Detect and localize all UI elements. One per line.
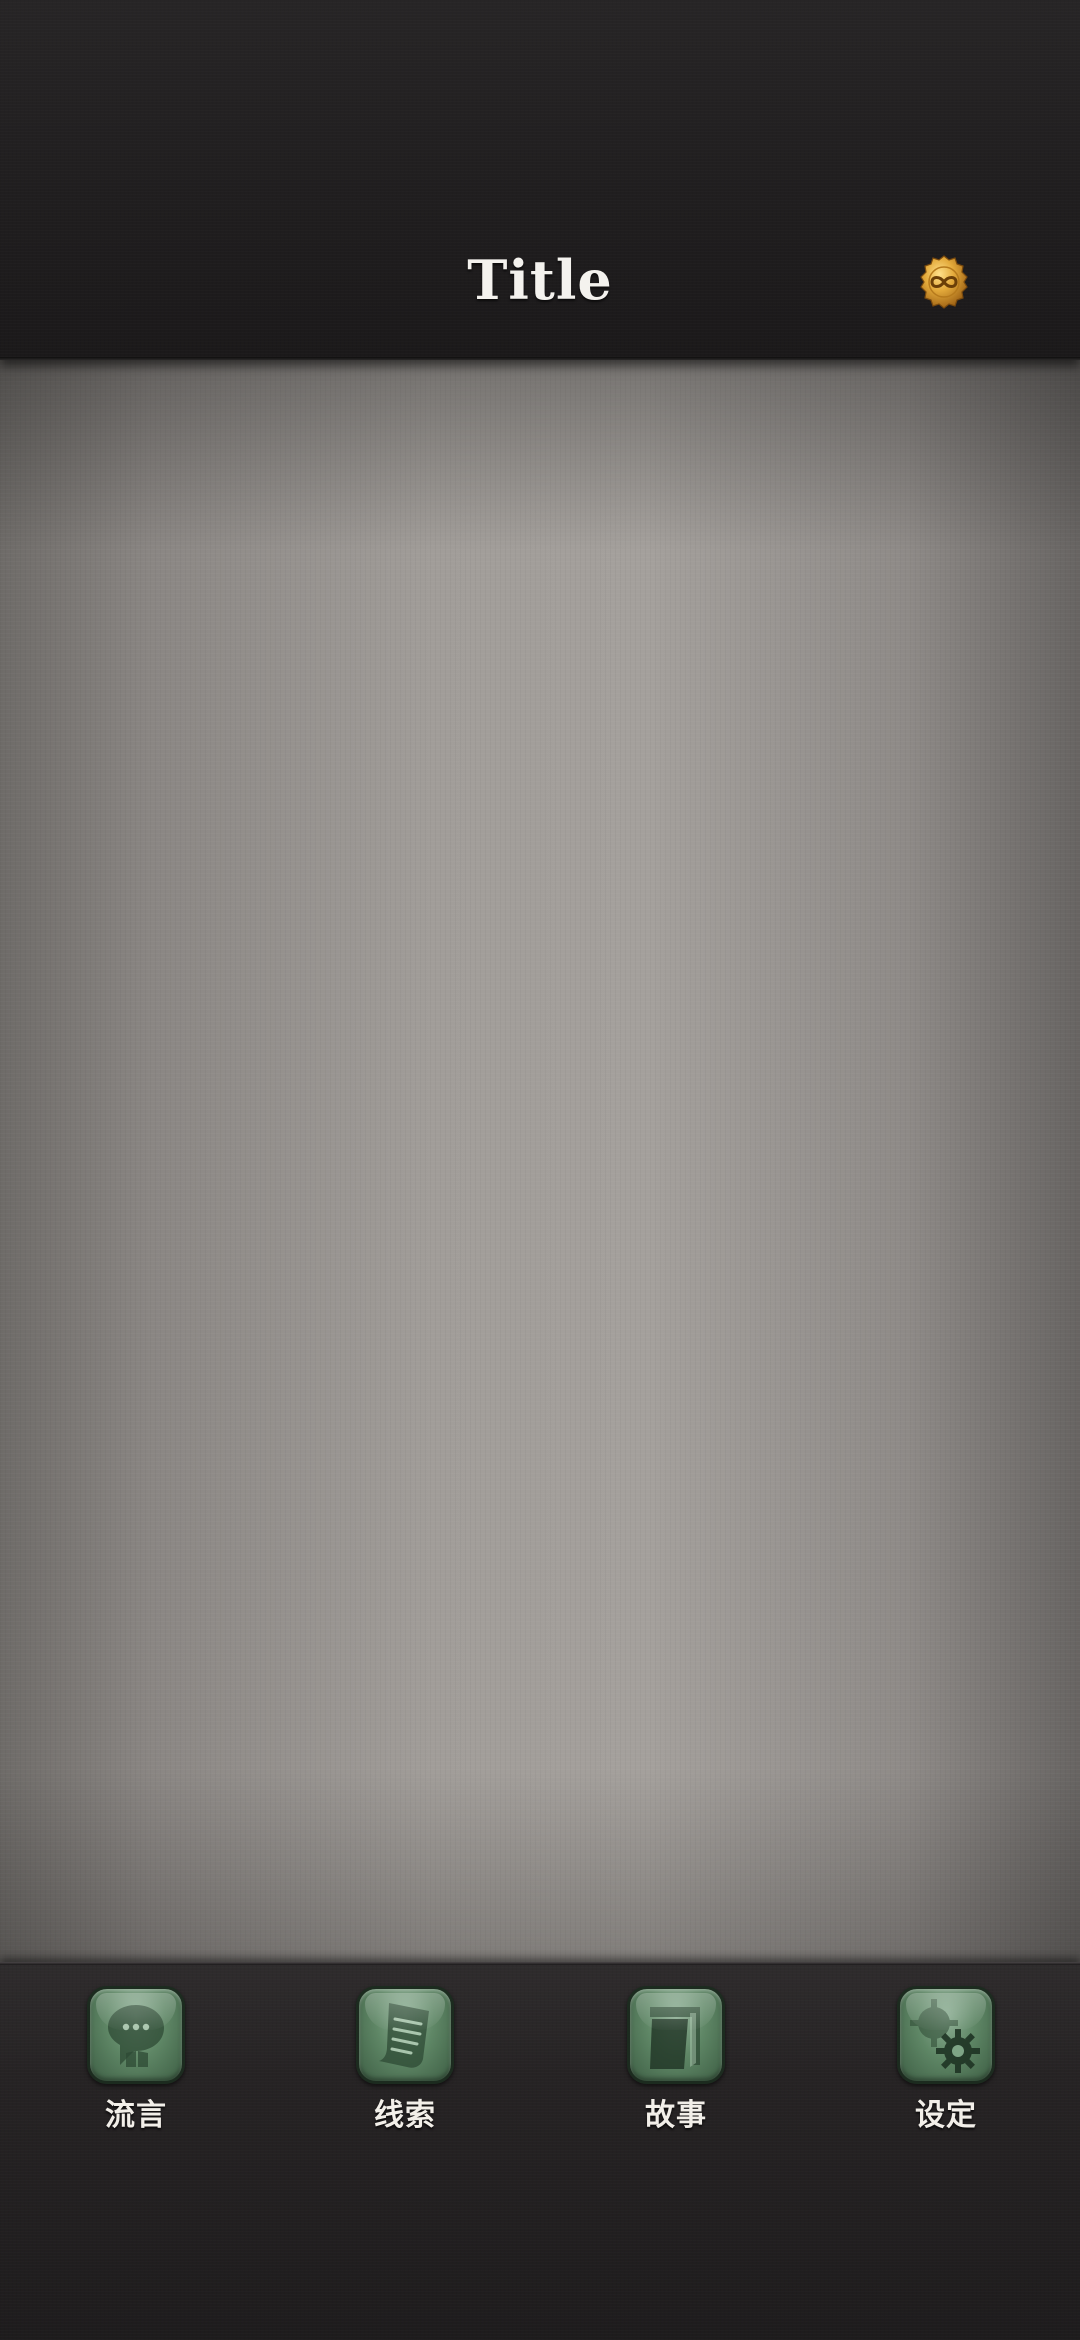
nav-item-rumors[interactable]: 流言 [61, 1986, 211, 2146]
nav-label-clues: 线索 [374, 2098, 436, 2133]
speech-bubble-icon [87, 1986, 185, 2084]
gears-icon [897, 1986, 995, 2084]
nav-item-clues[interactable]: 线索 [330, 1986, 480, 2146]
nav-item-story[interactable]: 故事 [601, 1986, 751, 2146]
book-icon [627, 1986, 725, 2084]
top-header: Title [0, 0, 1080, 360]
bottom-navigation: 流言 线索 故事 设定 [0, 1962, 1080, 2340]
nav-label-story: 故事 [645, 2098, 707, 2133]
nav-item-settings[interactable]: 设定 [871, 1986, 1021, 2146]
app-root: Title 流言 线索 故事 设定 [0, 0, 1080, 2340]
main-canvas [0, 360, 1080, 1962]
paper-scroll-icon [356, 1986, 454, 2084]
infinity-coin-icon [920, 255, 968, 309]
infinity-coin-button[interactable] [916, 254, 972, 310]
nav-label-rumors: 流言 [105, 2098, 167, 2133]
nav-label-settings: 设定 [915, 2098, 977, 2133]
